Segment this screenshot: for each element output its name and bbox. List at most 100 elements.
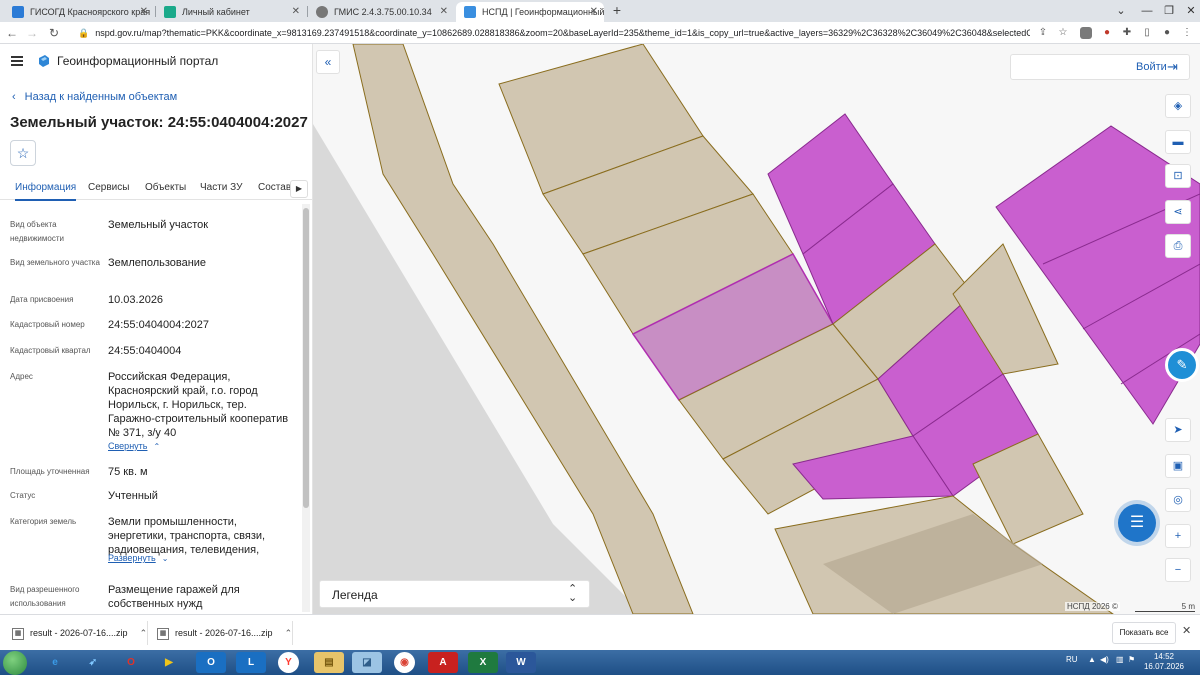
download-item[interactable]: ▦ result - 2026-07-16....zip ⌃ <box>157 624 292 642</box>
excel-icon[interactable]: X <box>468 652 498 673</box>
portal-header: Геоинформационный портал <box>0 44 312 80</box>
close-window-icon[interactable]: ✕ <box>1178 0 1200 22</box>
file-explorer-icon[interactable]: ▤ <box>314 652 344 673</box>
clock[interactable]: 14:52 16.07.2026 <box>1140 652 1188 672</box>
browser-tab-gisogd[interactable]: ГИСОГД Красноярского края ✕ <box>4 2 154 22</box>
close-tab-icon[interactable]: ✕ <box>590 2 598 22</box>
chevron-up-icon[interactable]: ⌃ <box>285 628 293 638</box>
extensions-puzzle-icon[interactable]: ✚ <box>1120 26 1134 40</box>
media-player-icon[interactable]: ▶ <box>154 652 184 673</box>
chevron-up-icon[interactable]: ⌃ <box>140 628 148 638</box>
minimap-icon[interactable]: ▣ <box>1165 454 1191 478</box>
card-title: Земельный участок: 24:55:0404004:2027 <box>10 114 308 131</box>
property-label: Дата присвоения <box>10 295 74 304</box>
download-item[interactable]: ▦ result - 2026-07-16....zip ⌃ <box>12 624 147 642</box>
forward-arrow-icon[interactable]: → <box>24 25 40 41</box>
volume-icon[interactable]: ◀) <box>1100 655 1109 664</box>
close-downloads-icon[interactable]: ✕ <box>1182 624 1191 637</box>
property-value: Размещение гаражей для собственных нужд <box>108 584 240 610</box>
zoom-in-button[interactable]: + <box>1165 524 1191 548</box>
browser-tab-gmis[interactable]: ГМИС 2.4.3.75.00.10.34 ✕ <box>308 2 454 22</box>
opera-icon[interactable]: O <box>116 652 146 673</box>
extension-red-icon[interactable]: ● <box>1100 26 1114 40</box>
ie-icon[interactable]: e <box>40 652 70 673</box>
browser-tab-nspd[interactable]: НСПД | Геоинформационный п ✕ <box>456 2 604 22</box>
new-tab-icon[interactable]: + <box>609 3 625 19</box>
property-value: 24:55:0404004 <box>108 345 182 357</box>
tab-composition[interactable]: Состав <box>258 182 291 193</box>
back-to-results-link[interactable]: ‹ Назад к найденным объектам <box>12 91 177 103</box>
word-icon[interactable]: W <box>506 652 536 673</box>
chrome-icon[interactable]: ◉ <box>394 652 415 673</box>
side-panel-icon[interactable]: ▯ <box>1140 26 1154 40</box>
profile-icon[interactable]: ● <box>1160 26 1174 40</box>
reload-icon[interactable]: ↻ <box>46 25 62 41</box>
collapse-link[interactable]: Свернуть ⌃ <box>108 441 160 451</box>
tab-information[interactable]: Информация <box>15 182 77 201</box>
locate-icon[interactable]: ➤ <box>1165 418 1191 442</box>
print-icon[interactable]: ⎙ <box>1165 234 1191 258</box>
map-view[interactable]: « Войти ⇥ ◈ ▬ ⊡ ⋖ ⎙ ✎ ➤ ▣ ◎ + − ☰ Легенд… <box>313 44 1200 614</box>
tray-arrow-icon[interactable]: ▲ <box>1088 655 1096 664</box>
property-value: 24:55:0404004:2027 <box>108 319 209 331</box>
pdf-reader-icon[interactable]: A <box>428 652 458 673</box>
back-arrow-icon[interactable]: ← <box>4 25 20 41</box>
tab-search-icon[interactable]: ⌄ <box>1108 0 1134 22</box>
area-select-icon[interactable]: ⊡ <box>1165 164 1191 188</box>
app-window-icon[interactable]: ◪ <box>352 652 382 673</box>
zoom-out-button[interactable]: − <box>1165 558 1191 582</box>
chevron-down-icon: ⌄ <box>161 554 169 563</box>
language-indicator[interactable]: RU <box>1066 655 1078 664</box>
browser-tab-title: ГМИС 2.4.3.75.00.10.34 <box>334 7 432 17</box>
browser-tab-cabinet[interactable]: Личный кабинет ✕ <box>156 2 306 22</box>
login-button[interactable]: Войти ⇥ <box>1010 54 1190 80</box>
ruler-icon[interactable]: ▬ <box>1165 130 1191 154</box>
url-field[interactable]: 🔒 nspd.gov.ru/map?thematic=PKK&coordinate… <box>78 24 1030 42</box>
layers-icon[interactable]: ◈ <box>1165 94 1191 118</box>
network-icon[interactable]: ▥ <box>1116 655 1124 664</box>
tab-services[interactable]: Сервисы <box>88 182 129 193</box>
legend-dropdown[interactable]: Легенда ⌃ ⌄ <box>319 580 590 608</box>
globe-favicon-icon <box>316 6 328 18</box>
close-tab-icon[interactable]: ✕ <box>292 2 300 22</box>
tab-objects[interactable]: Объекты <box>145 182 186 193</box>
chevron-updown-icon: ⌃ ⌄ <box>568 583 578 604</box>
map-attribution: НСПД 2026 © <box>1065 602 1120 611</box>
property-label: Адрес <box>10 372 33 381</box>
expand-link[interactable]: Развернуть ⌄ <box>108 553 168 563</box>
lync-icon[interactable]: L <box>236 652 266 673</box>
info-panel: Геоинформационный портал ‹ Назад к найден… <box>0 44 313 614</box>
property-value: Землепользование <box>108 257 207 269</box>
geolocation-icon[interactable]: ◎ <box>1165 488 1191 512</box>
menu-dots-icon[interactable]: ⋮ <box>1180 26 1194 40</box>
property-label: Кадастровый номер <box>10 320 85 329</box>
card-tabs: Информация Сервисы Объекты Части ЗУ Сост… <box>0 174 312 201</box>
bookmark-star-icon[interactable]: ☆ <box>1056 26 1070 40</box>
chat-icon[interactable]: ☰ <box>1118 504 1156 542</box>
close-tab-icon[interactable]: ✕ <box>140 2 148 22</box>
address-value: Российская Федерация, Красноярский край,… <box>108 371 289 439</box>
panel-scrollbar[interactable] <box>302 204 310 612</box>
start-button-icon[interactable] <box>3 651 27 675</box>
collapse-panel-icon[interactable]: « <box>316 50 340 74</box>
hamburger-menu-icon[interactable] <box>11 56 23 66</box>
favorite-star-icon[interactable]: ☆ <box>10 140 36 166</box>
outlook-icon[interactable]: O <box>196 652 226 673</box>
app-bird-icon[interactable]: ➶ <box>78 652 108 673</box>
show-all-button[interactable]: Показать все <box>1112 622 1176 644</box>
close-tab-icon[interactable]: ✕ <box>440 2 448 22</box>
share-icon[interactable]: ⇪ <box>1036 26 1050 40</box>
scrollbar-thumb[interactable] <box>303 208 309 508</box>
tabs-scroll-right-icon[interactable]: ▶ <box>290 180 308 198</box>
scale-bar: 5 m <box>1135 602 1195 612</box>
assistant-badge-icon[interactable]: ✎ <box>1165 348 1199 382</box>
tab-parcel-parts[interactable]: Части ЗУ <box>200 182 242 193</box>
portal-logo-icon <box>39 55 49 67</box>
flag-icon[interactable]: ⚑ <box>1128 655 1135 664</box>
yandex-browser-icon[interactable]: Y <box>278 652 299 673</box>
nspd-favicon-icon <box>464 6 476 18</box>
share-icon[interactable]: ⋖ <box>1165 200 1191 224</box>
map-canvas[interactable] <box>313 44 1200 614</box>
chevron-left-icon: ‹ <box>12 91 16 103</box>
extension-icon[interactable] <box>1080 27 1092 39</box>
